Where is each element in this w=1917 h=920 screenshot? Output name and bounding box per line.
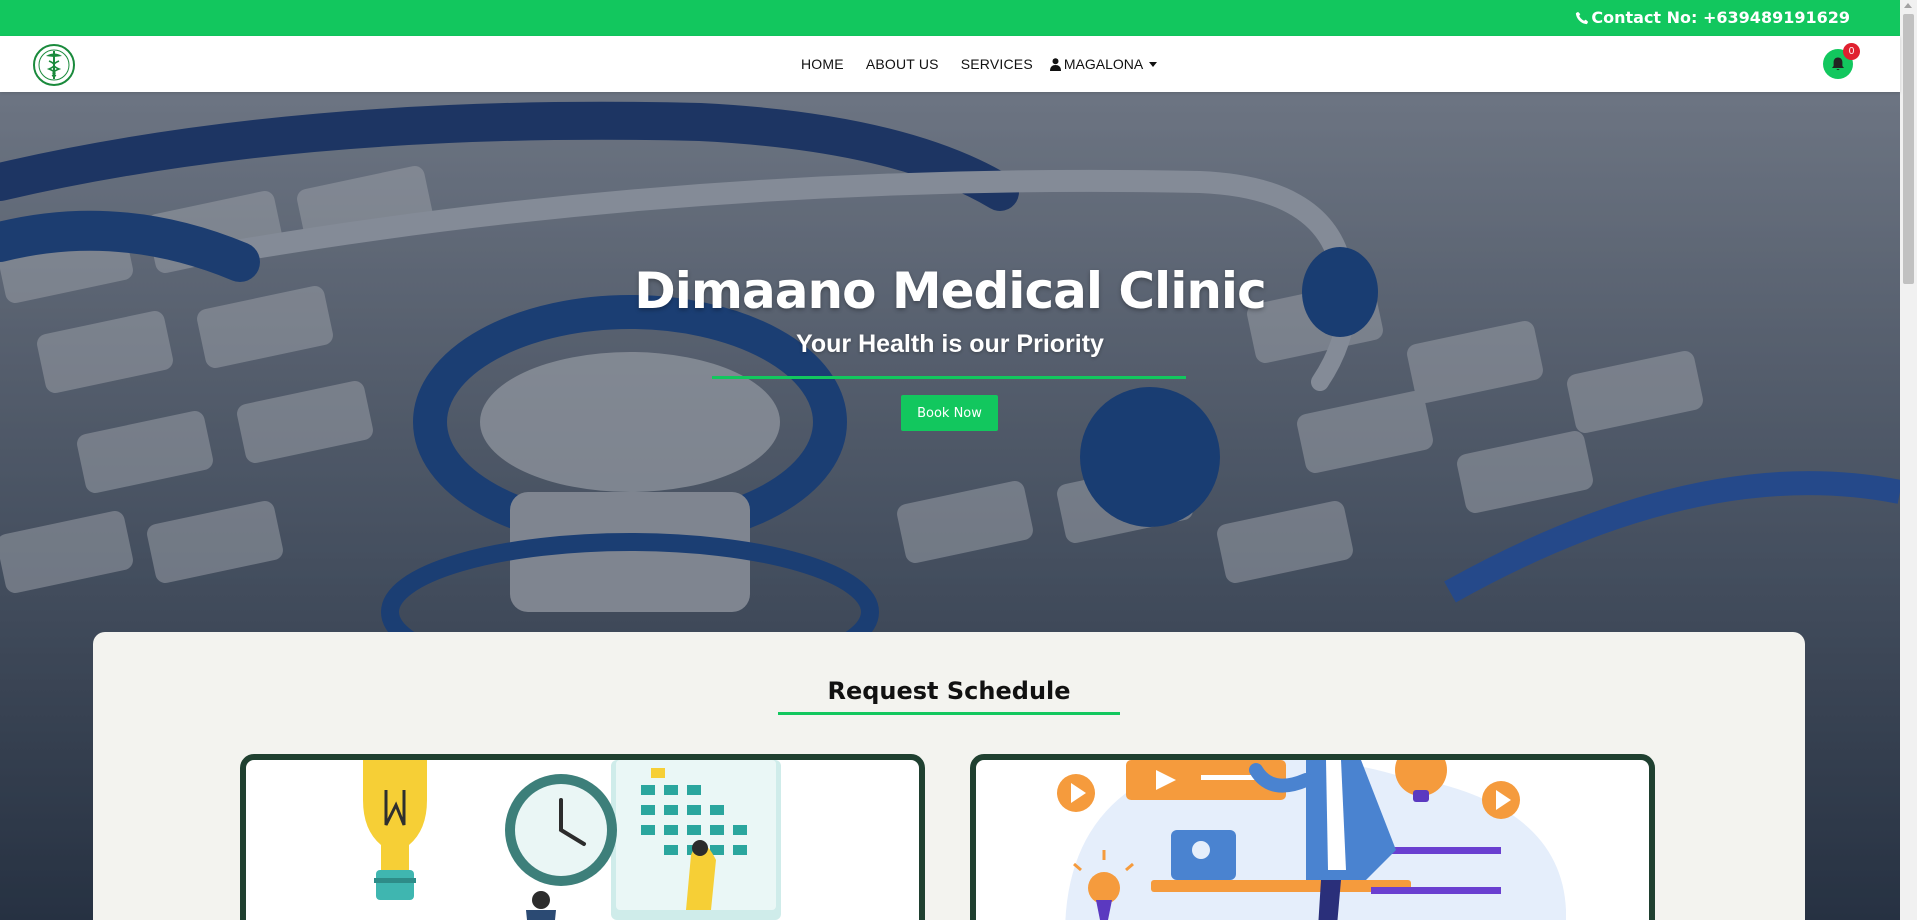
consultation-illustration — [1057, 760, 1566, 920]
user-menu[interactable]: MAGALONA — [1044, 56, 1163, 72]
section-divider — [778, 712, 1120, 715]
notification-badge: 0 — [1843, 43, 1860, 60]
nav-services[interactable]: SERVICES — [950, 56, 1044, 72]
main-navbar: HOME ABOUT US SERVICES MAGALONA 0 — [0, 36, 1900, 92]
scroll-up-icon[interactable] — [1904, 3, 1912, 8]
phone-icon — [1576, 11, 1589, 24]
calendar-illustration — [363, 760, 781, 920]
nav-home[interactable]: HOME — [790, 56, 855, 72]
top-contact-bar: Contact No: +639489191629 — [0, 0, 1900, 36]
schedule-card-consultation[interactable] — [970, 754, 1655, 920]
contact-label: Contact No: +639489191629 — [1591, 8, 1850, 27]
hero-divider — [712, 376, 1186, 379]
user-name: MAGALONA — [1063, 56, 1144, 72]
section-title: Request Schedule — [827, 677, 1071, 705]
clinic-logo[interactable] — [32, 43, 76, 87]
bell-icon — [1832, 57, 1844, 71]
chevron-down-icon — [1149, 61, 1158, 67]
schedule-card-calendar[interactable] — [240, 754, 925, 920]
hero-subtitle: Your Health is our Priority — [796, 330, 1104, 358]
user-icon — [1049, 57, 1061, 71]
contact-number: Contact No: +639489191629 — [1575, 8, 1850, 27]
request-schedule-panel: Request Schedule — [93, 632, 1805, 920]
notification-button[interactable]: 0 — [1823, 43, 1860, 79]
hero-title: Dimaano Medical Clinic — [634, 262, 1266, 320]
scroll-thumb[interactable] — [1903, 14, 1914, 284]
book-now-button[interactable]: Book Now — [901, 395, 998, 431]
nav-about-us[interactable]: ABOUT US — [855, 56, 950, 72]
page-scrollbar[interactable] — [1900, 0, 1917, 920]
